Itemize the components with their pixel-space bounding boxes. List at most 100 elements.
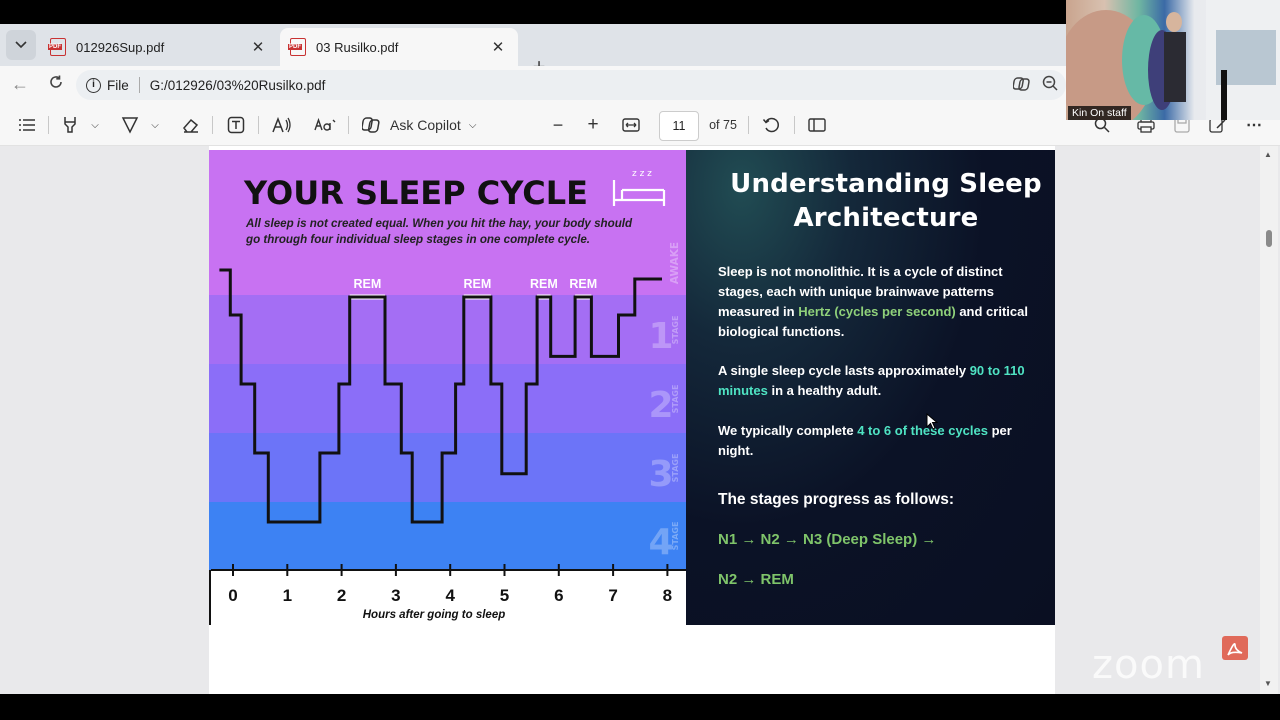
chart-subtitle-line-2: go through four individual sleep stages … — [245, 233, 590, 246]
scrollbar-thumb[interactable] — [1266, 230, 1272, 247]
chevron-down-icon: ⌵ — [468, 119, 477, 131]
refresh-icon[interactable] — [44, 74, 68, 95]
divider — [212, 116, 213, 134]
sleep-cycle-infographic: YOUR SLEEP CYCLE All sleep is not create… — [209, 150, 686, 625]
scroll-down-icon[interactable]: ▼ — [1264, 679, 1272, 688]
stage-band-label: AWAKE — [669, 242, 681, 284]
pdf-viewer[interactable]: YOUR SLEEP CYCLE All sleep is not create… — [0, 146, 1280, 694]
ask-copilot-button[interactable]: Ask Copilot ⌵ — [362, 114, 490, 136]
acrobat-badge-icon — [1222, 636, 1248, 660]
total-pages-label: of 75 — [709, 118, 737, 132]
stage-number-1: 1 — [648, 316, 673, 357]
divider — [258, 116, 259, 134]
zzz-text: z z z — [632, 169, 652, 179]
stage-band-1 — [209, 295, 686, 364]
sleep-cycle-chart: YOUR SLEEP CYCLE All sleep is not create… — [209, 150, 686, 625]
tab-title: 012926Sup.pdf — [76, 39, 165, 55]
x-tick-label: 3 — [391, 586, 400, 605]
stage-number-4: 4 — [648, 522, 673, 563]
stage-band-4 — [209, 502, 686, 570]
divider — [48, 116, 49, 134]
mouse-cursor-icon — [926, 413, 938, 430]
stage-band-3 — [209, 433, 686, 502]
pdf-file-icon — [288, 38, 306, 56]
zoom-out-button[interactable]: − — [548, 114, 568, 136]
ask-copilot-label: Ask Copilot — [390, 117, 461, 133]
scroll-up-icon[interactable]: ▲ — [1264, 150, 1272, 159]
zoom-in-button[interactable]: + — [583, 114, 603, 136]
url-text[interactable]: G:/012926/03%20Rusilko.pdf — [150, 78, 326, 93]
highlight-hertz: Hertz (cycles per second) — [798, 304, 956, 319]
rem-label: REM — [569, 277, 597, 291]
participant-name-label: Kin On staff — [1068, 106, 1131, 120]
page-number-input[interactable]: 11 — [659, 111, 699, 141]
close-tab-icon[interactable]: ✕ — [248, 38, 268, 56]
tab-title: 03 Rusilko.pdf — [316, 39, 399, 55]
info-icon[interactable]: i — [86, 77, 101, 93]
chevron-down-icon — [15, 41, 27, 49]
divider — [138, 77, 140, 93]
draw-pen-icon[interactable] — [120, 114, 140, 136]
tab-actions-menu-button[interactable] — [6, 30, 36, 60]
stage-number-3: 3 — [648, 454, 673, 495]
contents-list-icon[interactable] — [17, 114, 37, 136]
x-tick-label: 2 — [337, 586, 346, 605]
paragraph-cycles-per-night: We typically complete 4 to 6 of these cy… — [718, 421, 1038, 461]
copilot-icon[interactable] — [1010, 76, 1034, 97]
stages-heading: The stages progress as follows: — [718, 491, 955, 508]
address-bar[interactable]: i File G:/012926/03%20Rusilko.pdf — [76, 70, 1066, 100]
rem-label: REM — [354, 277, 382, 291]
divider — [748, 116, 749, 134]
x-tick-label: 8 — [663, 586, 672, 605]
x-tick-label: 7 — [608, 586, 617, 605]
translate-icon[interactable] — [314, 114, 336, 136]
highlight-cycles: 4 to 6 of these cycles — [857, 423, 988, 438]
add-text-icon[interactable] — [226, 114, 246, 136]
zoom-page-icon[interactable] — [1038, 74, 1062, 97]
read-aloud-icon[interactable] — [271, 114, 293, 136]
stage-flow-line-1: N1 → N2 → N3 (Deep Sleep) → — [718, 531, 937, 548]
stage-band-2 — [209, 364, 686, 433]
eraser-icon[interactable] — [181, 114, 201, 136]
chevron-down-icon[interactable]: ⌵ — [88, 114, 102, 136]
highlighter-icon[interactable] — [60, 114, 80, 136]
video-frame — [1066, 0, 1280, 120]
paragraph-cycle-length: A single sleep cycle lasts approximately… — [718, 361, 1038, 401]
text: in a healthy adult. — [767, 383, 882, 398]
close-tab-icon[interactable]: ✕ — [488, 38, 508, 56]
panel-title: Understanding Sleep Architecture — [730, 169, 1042, 233]
stage-flow-line-2: N2 → REM — [718, 571, 794, 588]
chart-subtitle-line-1: All sleep is not created equal. When you… — [245, 217, 633, 230]
tab-012926sup[interactable]: 012926Sup.pdf ✕ — [40, 28, 278, 66]
chart-title: YOUR SLEEP CYCLE — [243, 174, 588, 212]
text: A single sleep cycle lasts approximately — [718, 363, 970, 378]
text: We typically complete — [718, 423, 858, 438]
stage-number-2: 2 — [648, 385, 673, 426]
vertical-scrollbar[interactable]: ▲ ▼ — [1260, 146, 1278, 694]
rem-label: REM — [530, 277, 558, 291]
bottom-black-bar — [0, 694, 1280, 720]
x-tick-label: 1 — [283, 586, 292, 605]
screen: { "tabs": [ {"title": "012926Sup.pdf", "… — [0, 0, 1280, 720]
stage-band-label: STAGE — [671, 316, 680, 345]
x-tick-label: 5 — [500, 586, 509, 605]
stage-band-label: STAGE — [671, 454, 680, 483]
stage-band-label: STAGE — [671, 522, 680, 551]
rotate-icon[interactable] — [760, 114, 782, 136]
scheme-label: File — [107, 77, 129, 93]
fit-to-width-icon[interactable] — [620, 114, 642, 136]
chevron-down-icon[interactable]: ⌵ — [148, 114, 162, 136]
sleep-architecture-panel: Understanding Sleep Architecture Sleep i… — [686, 150, 1055, 625]
copilot-icon — [362, 117, 380, 133]
tab-03-rusilko[interactable]: 03 Rusilko.pdf ✕ — [280, 28, 518, 66]
page-view-icon[interactable] — [806, 114, 828, 136]
back-arrow-icon[interactable]: ← — [8, 74, 32, 95]
pdf-file-icon — [48, 38, 66, 56]
participant-video-thumbnail[interactable]: Kin On staff — [1066, 0, 1280, 120]
stage-band-label: STAGE — [671, 385, 680, 414]
x-tick-label: 4 — [445, 586, 455, 605]
x-tick-label: 0 — [228, 586, 237, 605]
divider — [348, 116, 349, 134]
x-tick-label: 6 — [554, 586, 563, 605]
zoom-watermark: zoom — [1092, 642, 1205, 688]
